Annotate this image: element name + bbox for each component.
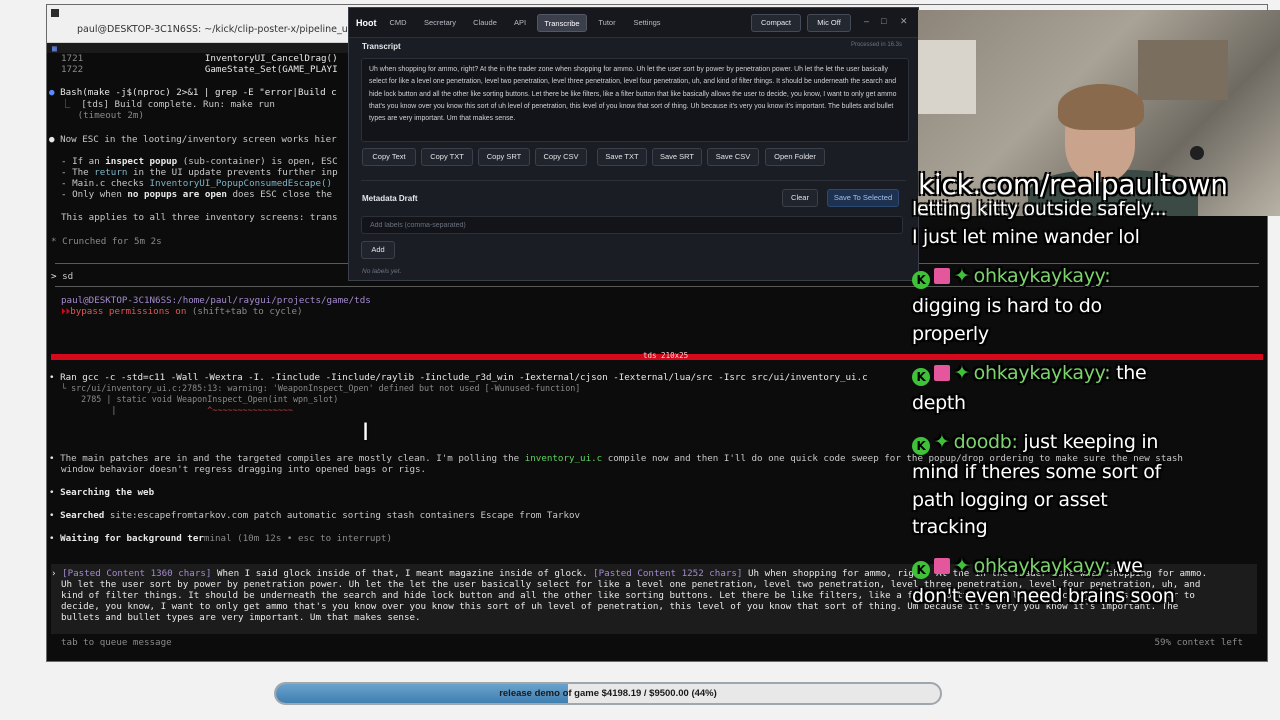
code-line: 1722 GameState_Set(GAME_PLAYI <box>61 64 338 75</box>
tab-cmd[interactable]: CMD <box>385 14 411 32</box>
chat-message-text: properly <box>912 323 989 345</box>
kick-badge-icon: K <box>912 271 930 289</box>
tab-api[interactable]: API <box>509 14 531 32</box>
section-divider <box>361 180 906 181</box>
compile-warning-marker: | ^~~~~~~~~~~~~~~~~ <box>61 405 293 415</box>
background-shelf <box>1138 40 1228 100</box>
tab-transcribe[interactable]: Transcribe <box>537 14 587 32</box>
close-icon[interactable]: ✕ <box>900 16 908 27</box>
terminal-tab-icon[interactable]: ▦ <box>52 44 57 53</box>
assistant-message: ● Now ESC in the looting/inventory scree… <box>49 134 337 145</box>
tab-secretary[interactable]: Secretary <box>419 14 461 32</box>
searched-status: • Searched site:escapefromtarkov.com pat… <box>49 510 581 521</box>
bash-command: ● Bash(make -j$(nproc) 2>&1 | grep -E "e… <box>49 87 337 98</box>
hoot-toolbar: Hoot CMD Secretary Claude API Transcribe… <box>349 8 918 38</box>
chat-prev-line: I just let mine wander lol <box>912 226 1140 248</box>
mic-toggle-button[interactable]: Mic Off <box>807 14 851 32</box>
assistant-message: This applies to all three inventory scre… <box>61 212 338 223</box>
waiting-status: • Waiting for background terminal (10m 1… <box>49 533 392 544</box>
kick-badge-icon: K <box>912 368 930 386</box>
compile-warning: 2785 | static void WeaponInspect_Open(in… <box>81 394 339 404</box>
star-badge-icon: ✦ <box>954 555 970 577</box>
save-txt-button[interactable]: Save TXT <box>597 148 647 166</box>
donation-goal-text: release demo of game $4198.19 / $9500.00… <box>499 688 717 699</box>
save-srt-button[interactable]: Save SRT <box>652 148 702 166</box>
chat-message: K ✦ doodb: just keeping in <box>912 431 1158 455</box>
chat-prev-line: letting kitty outside safely... <box>912 198 1167 220</box>
chat-message: K ✦ ohkaykaykayy: <box>912 265 1111 289</box>
queue-hint: tab to queue message <box>61 637 172 648</box>
hoot-brand: Hoot <box>356 18 377 28</box>
gift-badge-icon <box>934 268 950 284</box>
crunched-status: * Crunched for 5m 2s <box>51 236 162 247</box>
tab-claude[interactable]: Claude <box>469 14 501 32</box>
permissions-line: ⏵⏵bypass permissions on (shift+tab to cy… <box>61 306 303 317</box>
transcript-heading: Transcript <box>362 42 401 51</box>
processed-time: Processed in 16.3s <box>850 42 902 48</box>
assistant-message: window behavior doesn't regress dragging… <box>61 464 427 475</box>
shell-prompt: paul@DESKTOP-3C1N6SS:/home/paul/raygui/p… <box>61 295 371 306</box>
tab-tutor[interactable]: Tutor <box>593 14 621 32</box>
bullet-line: - Only when no popups are open does ESC … <box>61 189 333 200</box>
chat-message-text: path logging or asset <box>912 489 1108 511</box>
bullet-line: - Main.c checks InventoryUI_PopupConsume… <box>61 178 333 189</box>
copy-srt-button[interactable]: Copy SRT <box>478 148 530 166</box>
compile-warning: └ src/ui/inventory_ui.c:2785:13: warning… <box>61 383 581 393</box>
kick-badge-icon: K <box>912 561 930 579</box>
no-labels-text: No labels yet. <box>362 268 402 275</box>
gift-badge-icon <box>934 365 950 381</box>
terminal-app-icon <box>51 9 59 17</box>
background-window <box>918 40 976 114</box>
gift-badge-icon <box>934 558 950 574</box>
compact-button[interactable]: Compact <box>751 14 801 32</box>
pane-divider[interactable]: tds 210x25 <box>51 351 1263 360</box>
tab-settings[interactable]: Settings <box>629 14 665 32</box>
kick-badge-icon: K <box>912 437 930 455</box>
chat-message-text: depth <box>912 392 966 414</box>
hoot-window[interactable]: Hoot CMD Secretary Claude API Transcribe… <box>348 7 919 281</box>
star-badge-icon: ✦ <box>954 265 970 287</box>
context-left: 59% context left <box>1154 637 1243 648</box>
copy-csv-button[interactable]: Copy CSV <box>535 148 587 166</box>
pane-size-label: tds 210x25 <box>643 351 689 360</box>
input-line: bullets and bullet types are very import… <box>61 612 421 623</box>
star-badge-icon: ✦ <box>934 431 950 453</box>
bash-output: ⎿ [tds] Build complete. Run: make run <box>61 99 275 110</box>
chat-message: K ✦ ohkaykaykayy: we <box>912 555 1143 579</box>
searching-status: • Searching the web <box>49 487 155 498</box>
bash-output: (timeout 2m) <box>77 110 144 121</box>
prompt-line[interactable]: > sd <box>51 271 73 282</box>
chat-message-text: don't even need brains soon <box>912 585 1175 607</box>
text-cursor-icon: I <box>362 418 370 446</box>
chat-message-text: mind if theres some sort of <box>912 461 1161 483</box>
headset-icon <box>1190 146 1204 160</box>
open-folder-button[interactable]: Open Folder <box>765 148 825 166</box>
copy-txt-button[interactable]: Copy TXT <box>421 148 473 166</box>
streamer-hair <box>1058 84 1144 130</box>
terminal-title: paul@DESKTOP-3C1N6SS: ~/kick/clip-poster… <box>77 24 351 35</box>
chat-message-text: digging is hard to do <box>912 295 1102 317</box>
chat-message: K ✦ ohkaykaykayy: the <box>912 362 1147 386</box>
maximize-icon[interactable]: □ <box>881 16 886 26</box>
channel-link: kick.com/realpaultown <box>918 168 1228 201</box>
chat-message-text: tracking <box>912 516 988 538</box>
add-label-button[interactable]: Add <box>361 241 395 259</box>
bullet-line: - The return in the UI update prevents f… <box>61 167 338 178</box>
donation-goal-bar: release demo of game $4198.19 / $9500.00… <box>274 682 942 705</box>
labels-input[interactable] <box>361 216 903 234</box>
metadata-heading: Metadata Draft <box>362 194 418 203</box>
star-badge-icon: ✦ <box>954 362 970 384</box>
save-to-selected-button[interactable]: Save To Selected <box>827 189 899 207</box>
clear-button[interactable]: Clear <box>782 189 818 207</box>
minimize-icon[interactable]: – <box>864 16 869 26</box>
code-line: 1721 InventoryUI_CancelDrag() <box>61 53 338 64</box>
save-csv-button[interactable]: Save CSV <box>707 148 759 166</box>
transcript-text[interactable]: Uh when shopping for ammo, right? At the… <box>361 58 909 142</box>
bullet-line: - If an inspect popup (sub-container) is… <box>61 156 338 167</box>
copy-text-button[interactable]: Copy Text <box>362 148 416 166</box>
ran-command: • Ran gcc -c -std=c11 -Wall -Wextra -I. … <box>49 372 868 383</box>
